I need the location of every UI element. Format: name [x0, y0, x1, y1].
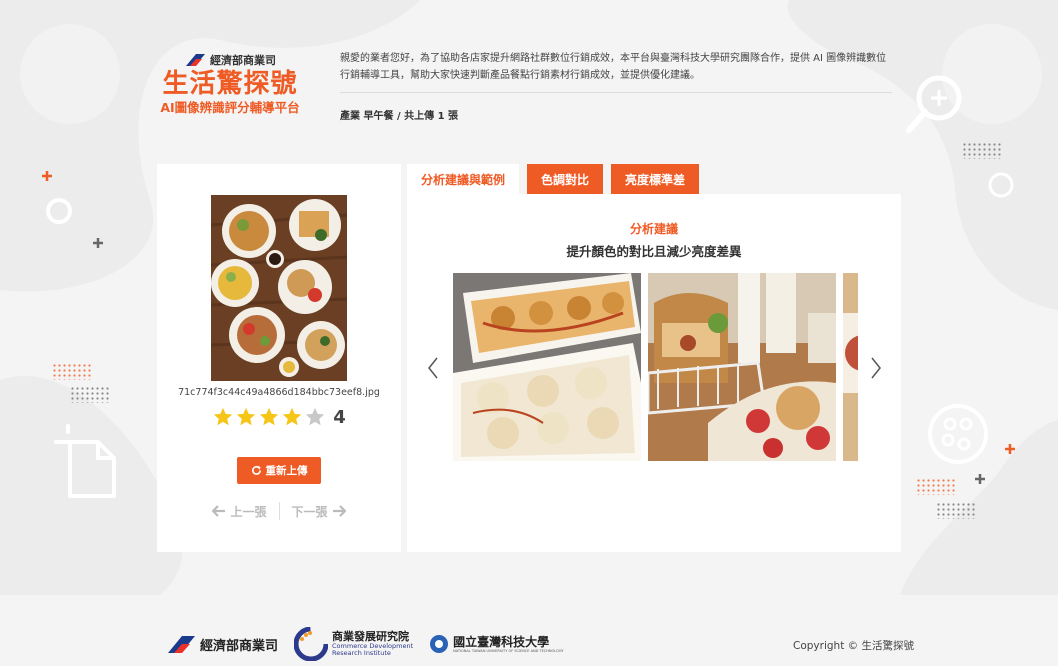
tab-analysis[interactable]: 分析建議與範例: [407, 164, 520, 194]
carousel-next-icon[interactable]: [869, 356, 883, 380]
arrow-right-icon: [332, 505, 346, 517]
moea-logo-icon: [186, 54, 205, 66]
analysis-tabs: 分析建議與範例 色調對比 亮度標準差: [407, 164, 700, 194]
upload-card: 71c774f3c44c49a4866d184bbc73eef8.jpg 4 重…: [157, 164, 401, 552]
example-image[interactable]: [453, 273, 641, 461]
intro-text: 親愛的業者您好，為了協助各店家提升網路社群數位行銷成效，本平台與臺灣科技大學研究…: [340, 53, 887, 81]
reupload-label: 重新上傳: [265, 465, 308, 477]
arrow-left-icon: [212, 505, 226, 517]
ntust-logo[interactable]: 國立臺灣科技大學 NATIONAL TAIWAN UNIVERSITY OF S…: [429, 634, 564, 654]
dot-grid-decoration: [71, 387, 111, 403]
cdri-logo-icon: [294, 627, 329, 661]
star-filled-icon: [283, 407, 302, 426]
tab-color-contrast[interactable]: 色調對比: [527, 164, 604, 194]
cdri-english-2: Research Institute: [332, 649, 391, 657]
star-empty-icon: [306, 407, 325, 426]
prev-label: 上一張: [230, 504, 267, 519]
ntust-logo-icon: [430, 635, 449, 653]
plus-icon: [975, 474, 985, 484]
pager-divider: [278, 502, 280, 520]
star-rating: 4: [157, 406, 401, 428]
rating-value: 4: [333, 406, 346, 428]
footer: 經濟部商業司 商業發展研究院 Commerce Development Rese…: [0, 595, 1058, 666]
dot-grid-decoration: [53, 364, 93, 380]
prev-photo-button[interactable]: 上一張: [212, 503, 267, 520]
dot-grid-decoration: [917, 479, 957, 495]
document-icon: [54, 424, 116, 498]
divider: [340, 92, 892, 93]
dot-grid-decoration: [937, 503, 977, 519]
cdri-logo[interactable]: 商業發展研究院 Commerce Development Research In…: [294, 627, 413, 661]
star-filled-icon: [237, 407, 256, 426]
moea-name: 經濟部商業司: [200, 638, 279, 654]
dot-grid-decoration: [963, 143, 1003, 159]
carousel-prev-icon[interactable]: [426, 356, 440, 380]
partner-logos: 經濟部商業司 商業發展研究院 Commerce Development Rese…: [166, 627, 564, 661]
example-image[interactable]: [843, 273, 858, 461]
magnifier-icon: [906, 75, 962, 133]
tab-brightness-std[interactable]: 亮度標準差: [611, 164, 700, 194]
palette-icon: [928, 404, 988, 464]
brand-logo[interactable]: 經濟部商業司 生活驚探號 AI圖像辨識評分輔導平台: [150, 52, 310, 116]
photo-pager: 上一張 下一張: [157, 502, 401, 520]
analysis-heading: 分析建議: [629, 222, 678, 236]
ntust-english: NATIONAL TAIWAN UNIVERSITY OF SCIENCE AN…: [453, 649, 564, 653]
star-filled-icon: [260, 407, 279, 426]
brand-subtitle: AI圖像辨識評分輔導平台: [160, 100, 300, 115]
refresh-icon: [251, 465, 261, 475]
copyright: Copyright © 生活驚探號: [793, 640, 914, 652]
ring-icon: [46, 198, 72, 224]
reupload-button[interactable]: 重新上傳: [237, 457, 321, 484]
photo-filename: 71c774f3c44c49a4866d184bbc73eef8.jpg: [178, 387, 380, 398]
example-image[interactable]: [646, 273, 836, 461]
star-filled-icon: [214, 407, 233, 426]
analysis-panel: 分析建議 提升顏色的對比且減少亮度差異: [407, 194, 901, 552]
gov-logo: 經濟部商業司: [150, 52, 310, 68]
ntust-name: 國立臺灣科技大學: [453, 635, 550, 649]
moea-logo[interactable]: 經濟部商業司: [166, 634, 278, 654]
plus-icon: [1005, 444, 1015, 454]
plus-icon: [42, 171, 52, 181]
moea-logo-icon: [168, 636, 195, 653]
example-carousel: [453, 273, 858, 461]
brand-title: 生活驚探號: [162, 69, 298, 99]
gov-name: 經濟部商業司: [210, 54, 276, 67]
ring-icon: [988, 172, 1014, 198]
next-label: 下一張: [291, 504, 328, 519]
upload-meta: 產業 早午餐 / 共上傳 1 張: [340, 111, 459, 122]
uploaded-photo: [211, 195, 347, 381]
analysis-suggestion: 提升顏色的對比且減少亮度差異: [566, 244, 742, 259]
next-photo-button[interactable]: 下一張: [292, 503, 346, 520]
plus-icon: [93, 238, 103, 248]
